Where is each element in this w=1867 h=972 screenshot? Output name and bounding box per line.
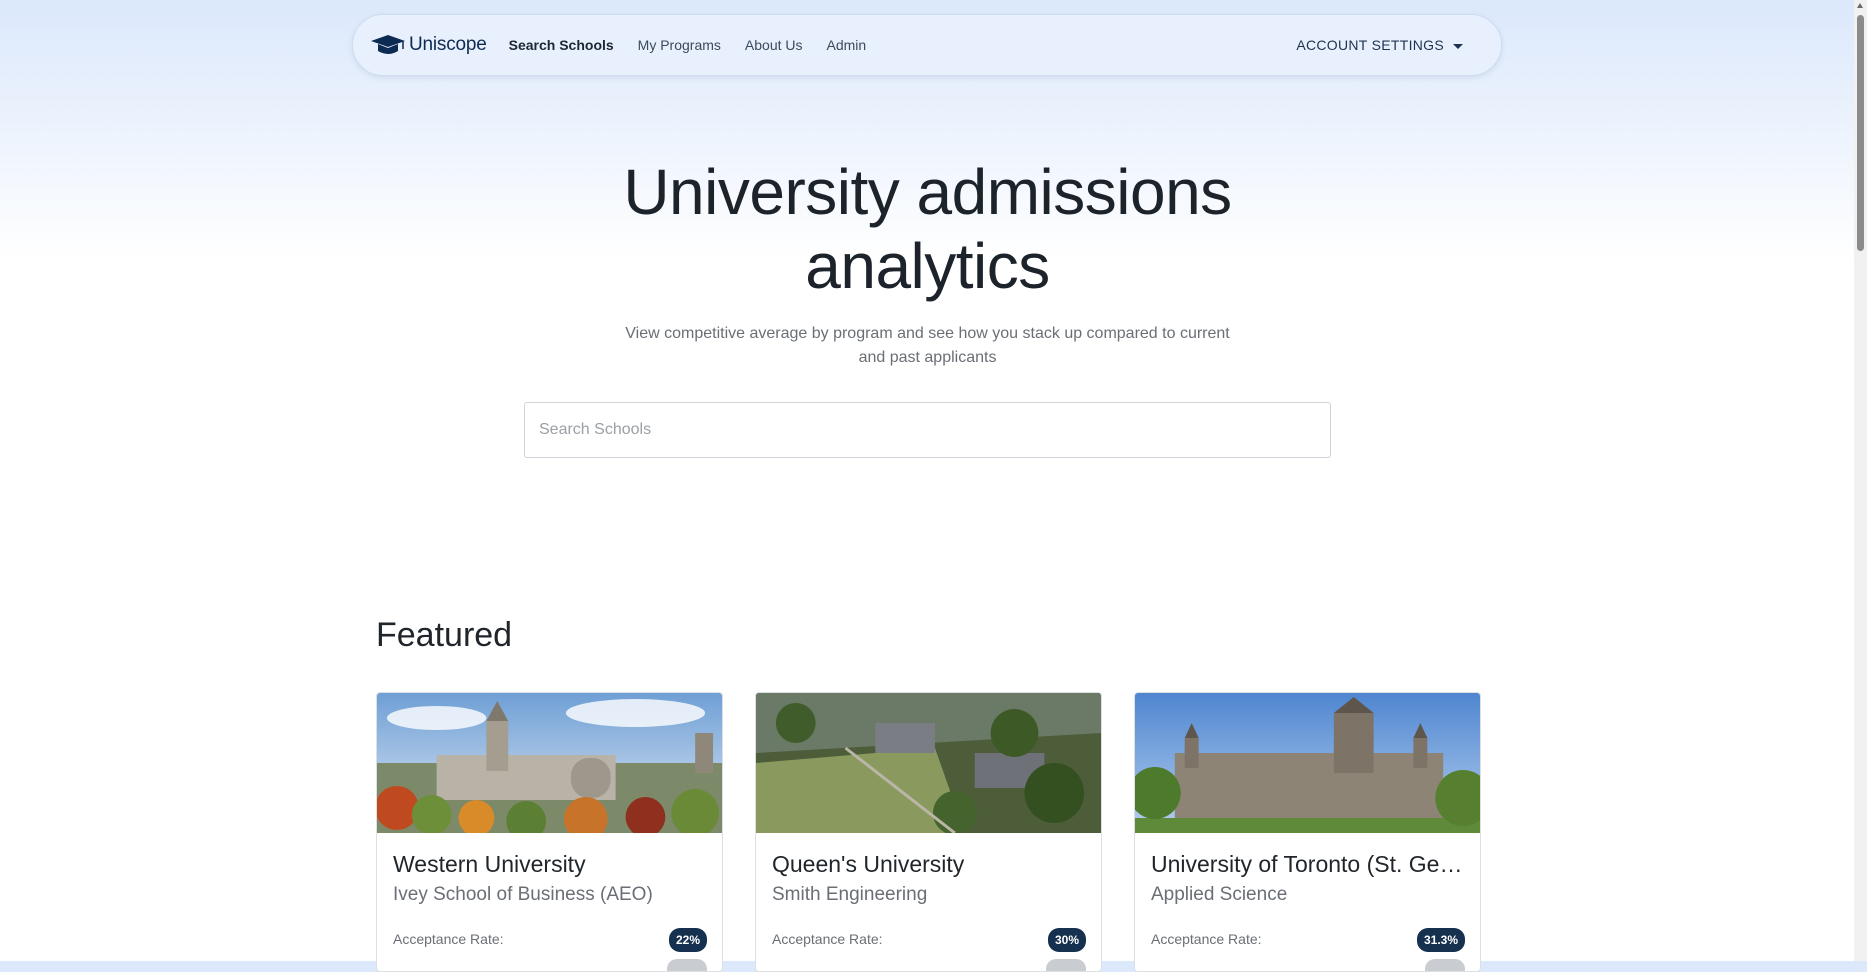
card-school-name: Western University <box>393 851 586 877</box>
graduation-cap-icon <box>371 35 405 54</box>
featured-card-western[interactable]: Western University Ivey School of Busine… <box>376 692 723 972</box>
card-acceptance-label: Acceptance Rate: <box>772 931 883 947</box>
brand-name: Uniscope <box>409 34 487 55</box>
nav-about-us[interactable]: About Us <box>745 37 803 53</box>
account-settings-dropdown[interactable]: ACCOUNT SETTINGS <box>1296 15 1463 75</box>
hero-subtitle-line1: View competitive average by program and … <box>625 325 1230 342</box>
hero-title-line2: analytics <box>805 230 1050 302</box>
nav-admin[interactable]: Admin <box>827 37 867 53</box>
featured-heading: Featured <box>376 616 513 654</box>
brand-logo[interactable]: Uniscope <box>370 33 487 57</box>
uoft-campus-image <box>1135 693 1480 833</box>
featured-card-queens[interactable]: Queen's University Smith Engineering Acc… <box>755 692 1102 972</box>
hero-title-line1: University admissions <box>623 156 1232 228</box>
nav-my-programs[interactable]: My Programs <box>638 37 721 53</box>
acceptance-rate-badge: 31.3% <box>1416 928 1465 952</box>
page-scrollbar[interactable] <box>1854 0 1867 961</box>
card-program-name: Ivey School of Business (AEO) <box>393 884 653 905</box>
card-program-name: Smith Engineering <box>772 884 928 905</box>
hero-subtitle: View competitive average by program and … <box>615 322 1240 370</box>
hero-title: University admissions analytics <box>0 155 1855 303</box>
acceptance-rate-badge: 30% <box>1047 928 1086 952</box>
nav-search-schools[interactable]: Search Schools <box>509 37 614 53</box>
card-program-name: Applied Science <box>1151 884 1288 905</box>
hero-subtitle-line2: and past applicants <box>858 349 997 366</box>
nav-links: Search Schools My Programs About Us Admi… <box>509 37 891 53</box>
caret-down-icon <box>1453 43 1463 49</box>
scrollbar-thumb[interactable] <box>1857 15 1864 251</box>
card-school-name: Queen's University <box>772 851 965 877</box>
card-school-name: University of Toronto (St. George) <box>1151 851 1466 877</box>
top-navbar: Uniscope Search Schools My Programs Abou… <box>352 14 1502 76</box>
queens-campus-image <box>756 693 1101 833</box>
card-acceptance-label: Acceptance Rate: <box>1151 931 1262 947</box>
card-acceptance-label: Acceptance Rate: <box>393 931 504 947</box>
western-campus-image <box>377 693 722 833</box>
search-schools-input[interactable] <box>524 402 1331 458</box>
featured-card-uoft[interactable]: University of Toronto (St. George) Appli… <box>1134 692 1481 972</box>
acceptance-rate-badge: 22% <box>668 928 707 952</box>
scroll-up-arrow-icon[interactable] <box>1857 3 1863 8</box>
account-settings-label: ACCOUNT SETTINGS <box>1296 37 1444 53</box>
